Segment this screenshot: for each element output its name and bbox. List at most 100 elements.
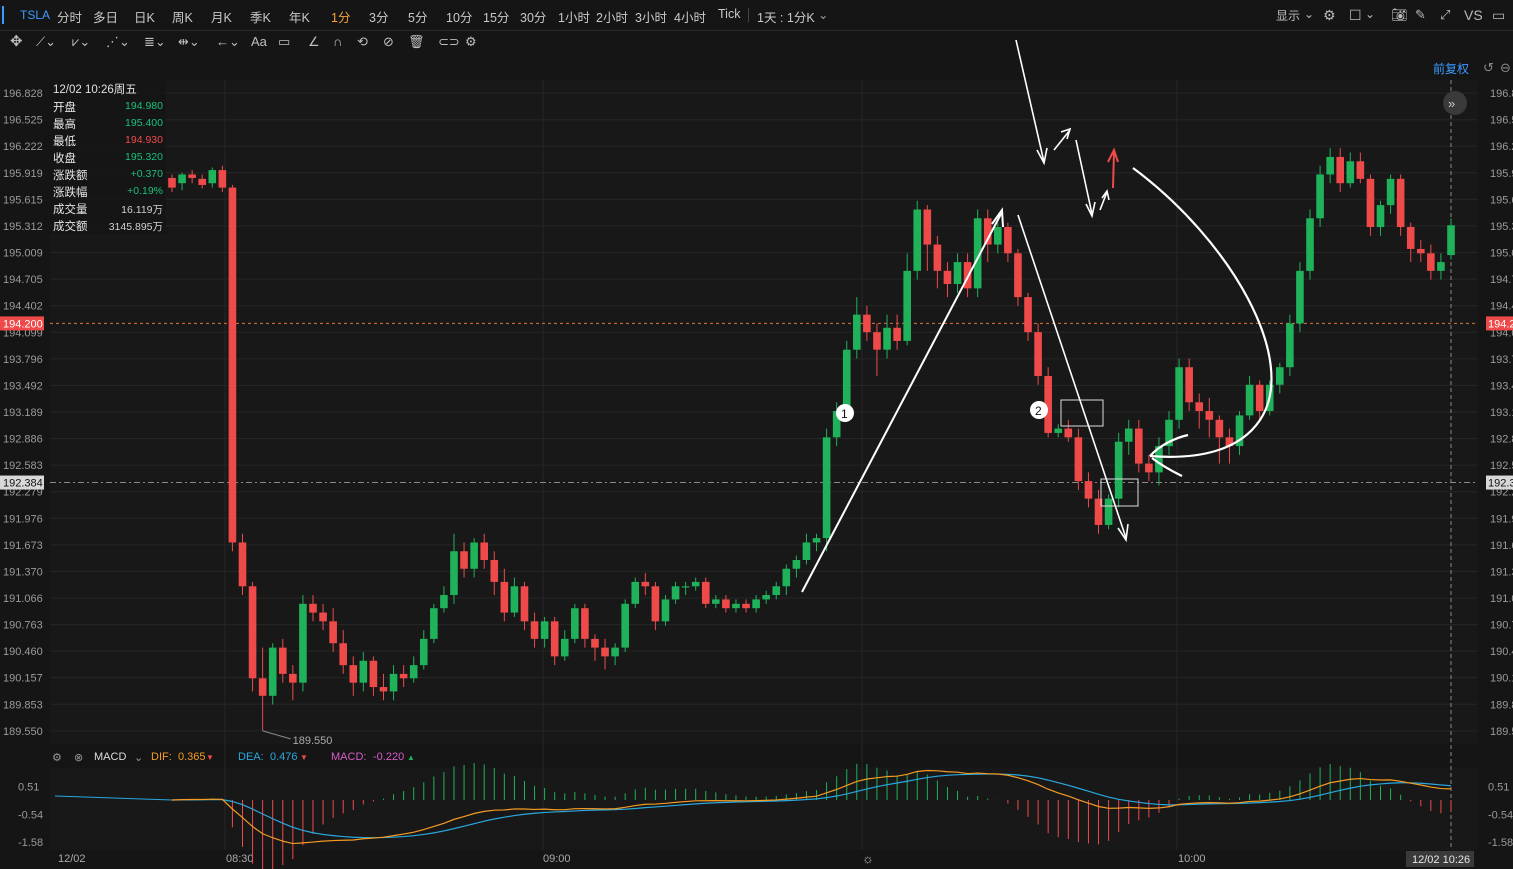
candle-body xyxy=(228,187,237,543)
candle-body xyxy=(1114,441,1123,499)
info-label: 涨跌额 xyxy=(53,170,88,182)
macd-tick-label: 0.51 xyxy=(18,781,39,793)
candle-body xyxy=(883,327,891,350)
candle-body xyxy=(651,586,660,622)
candle-body xyxy=(1437,262,1445,271)
info-value: 3145.895万 xyxy=(108,221,163,233)
candle-body xyxy=(772,586,781,596)
price-tick-label: 189.853 xyxy=(3,699,43,711)
info-row: 成交额 3145.895万 xyxy=(50,217,166,234)
candle-body xyxy=(198,178,207,185)
macd-plot-area xyxy=(50,768,1478,850)
price-tick-label: 191.370 xyxy=(3,566,43,578)
candle-body xyxy=(1376,205,1385,228)
candle-body xyxy=(1427,253,1435,271)
candle-body xyxy=(1316,174,1324,219)
price-tick-label-right: 190.763 xyxy=(1490,620,1513,632)
candle-body xyxy=(953,262,962,284)
price-tick-label: 193.796 xyxy=(3,354,43,366)
info-row: 涨跌幅 +0.19% xyxy=(50,183,166,200)
close-icon[interactable]: ⊗ xyxy=(74,751,83,764)
price-tick-label-right: 195.009 xyxy=(1490,248,1513,260)
info-label: 收盘 xyxy=(53,153,76,165)
candle-body xyxy=(802,542,811,560)
candle-body xyxy=(671,586,680,600)
candle-body xyxy=(591,638,599,648)
candle-body xyxy=(762,595,770,600)
candle-body xyxy=(540,621,549,639)
candle-body xyxy=(1386,178,1395,206)
info-row: 开盘 194.980 xyxy=(50,98,166,115)
candle-body xyxy=(1286,323,1294,368)
candle-body xyxy=(178,174,186,184)
candlestick-chart[interactable]: 196.828 196.828 196.525 196.525 196.222 196.2… xyxy=(0,0,1513,869)
candle-body xyxy=(359,660,368,683)
price-tick-label: 195.312 xyxy=(3,221,43,233)
up-arrow-icon: ▲ xyxy=(407,753,415,762)
settings-icon[interactable]: ⚙ xyxy=(52,751,62,764)
candle-body xyxy=(1215,419,1224,438)
candle-body xyxy=(349,665,358,683)
candle-body xyxy=(319,612,327,622)
candle-body xyxy=(550,621,559,657)
price-tick-label: 193.189 xyxy=(3,407,43,419)
candle-body xyxy=(1366,178,1375,228)
price-tick-label-right: 194.402 xyxy=(1490,301,1513,313)
dea-value: 0.476 xyxy=(270,751,298,763)
info-value: 194.930 xyxy=(125,134,163,146)
price-tick-label-right: 191.066 xyxy=(1490,593,1513,605)
candle-body xyxy=(752,599,760,609)
candle-body xyxy=(903,270,911,341)
dif-value: 0.365 xyxy=(178,751,206,763)
candle-body xyxy=(268,647,277,696)
price-tick-label-right: 190.157 xyxy=(1490,673,1513,685)
candle-body xyxy=(913,209,922,271)
candle-body xyxy=(571,608,579,639)
candle-body xyxy=(460,551,468,569)
candle-body xyxy=(1195,402,1204,412)
candle-body xyxy=(500,581,509,613)
price-tick-label: 191.066 xyxy=(3,593,43,605)
candle-body xyxy=(480,542,488,560)
info-label: 涨跌幅 xyxy=(53,187,88,199)
price-tick-label: 190.157 xyxy=(3,673,43,685)
candle-body xyxy=(238,542,247,587)
info-value: 194.980 xyxy=(125,100,163,112)
price-tick-label: 194.705 xyxy=(3,274,43,286)
candle-body xyxy=(329,621,337,644)
macd-indicator-label[interactable]: MACD xyxy=(94,751,126,763)
candle-body xyxy=(278,647,287,674)
candle-body xyxy=(691,581,700,587)
candle-body xyxy=(722,599,730,609)
candle-body xyxy=(339,643,348,666)
candle-body xyxy=(289,673,297,683)
candle-body xyxy=(430,608,438,639)
dif-label: DIF: xyxy=(151,751,172,763)
price-tick-label-right: 195.615 xyxy=(1490,194,1513,206)
macd-tick-label-right: -1.58 xyxy=(1488,837,1513,849)
candle-body xyxy=(510,586,519,613)
macd-tick-label-right: 0.51 xyxy=(1488,781,1509,793)
candle-body xyxy=(450,551,458,596)
candle-body xyxy=(681,586,690,588)
candle-body xyxy=(389,673,398,692)
candle-body xyxy=(933,244,942,271)
price-tick-label: 192.886 xyxy=(3,434,43,446)
sun-icon: ☼ xyxy=(862,851,874,866)
low-annotation: 189.550 xyxy=(293,735,333,747)
chevron-down-icon[interactable]: ⌄ xyxy=(134,751,143,764)
candle-body xyxy=(1296,270,1304,324)
candle-body xyxy=(1074,437,1083,482)
candle-body xyxy=(1326,156,1334,175)
candle-body xyxy=(1014,253,1022,298)
candle-body xyxy=(1205,411,1214,420)
marker-1-label: 1 xyxy=(841,407,848,421)
reference-price-label: 194.200 xyxy=(3,318,43,330)
price-tick-label-right: 191.370 xyxy=(1490,566,1513,578)
price-tick-label-right: 192.886 xyxy=(1490,434,1513,446)
marker-2-label: 2 xyxy=(1035,404,1042,418)
candle-body xyxy=(470,542,478,569)
candle-body xyxy=(208,170,217,184)
candle-body xyxy=(1255,384,1264,412)
candle-body xyxy=(1447,225,1455,256)
